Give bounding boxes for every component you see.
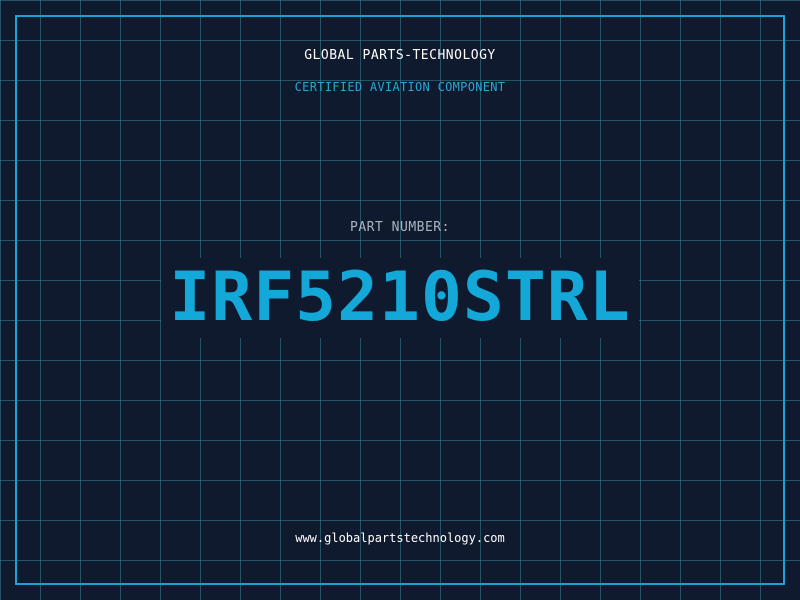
part-number-label: PART NUMBER: — [350, 220, 450, 235]
part-number-value: IRF5210STRL — [161, 258, 639, 338]
company-name: GLOBAL PARTS-TECHNOLOGY — [304, 48, 496, 63]
website-url: www.globalpartstechnology.com — [295, 531, 505, 545]
part-number-container: IRF5210STRL — [0, 258, 800, 338]
certification-subtitle: CERTIFIED AVIATION COMPONENT — [294, 80, 506, 94]
